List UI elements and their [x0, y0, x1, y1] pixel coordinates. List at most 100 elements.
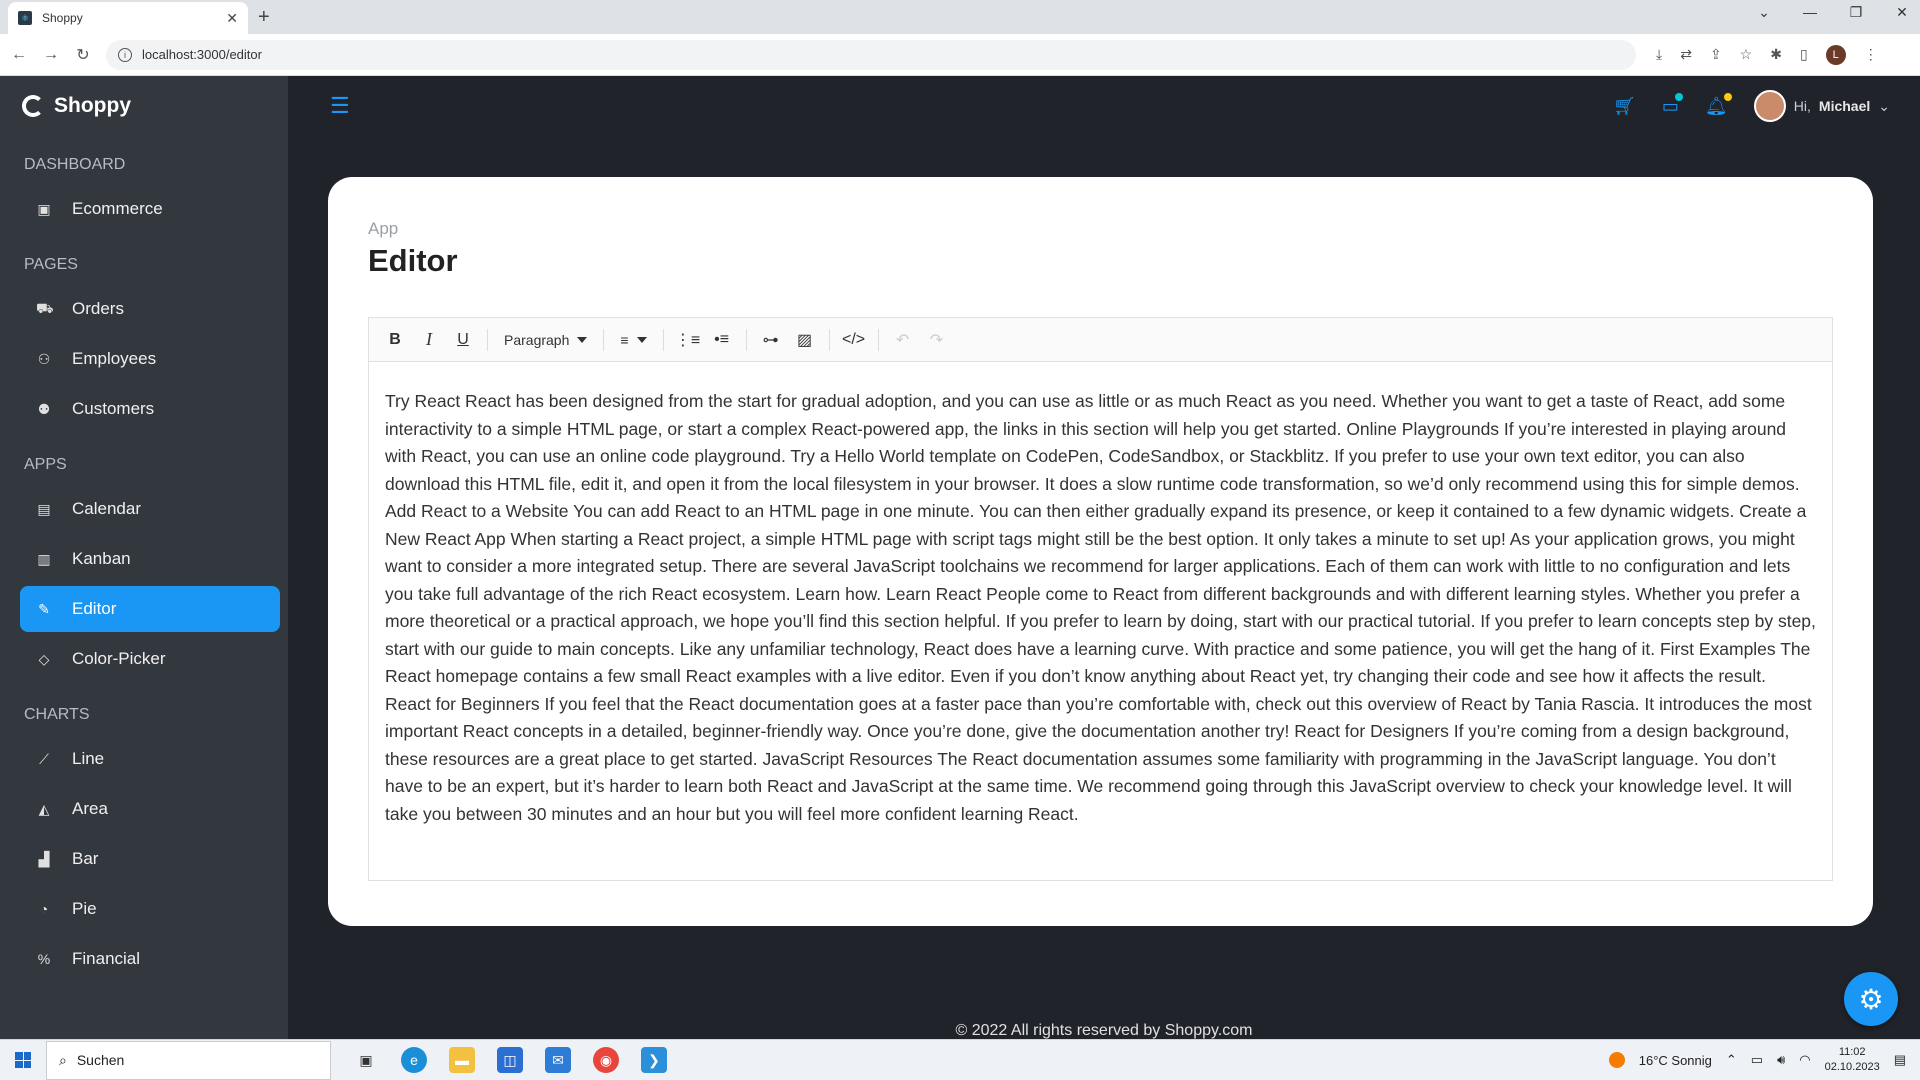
sidebar-item-color-picker[interactable]: ◇ Color-Picker: [20, 636, 280, 682]
edge-icon[interactable]: e: [401, 1047, 427, 1073]
side-panel-icon[interactable]: ▯: [1800, 46, 1808, 63]
notification-center-icon[interactable]: ▤: [1894, 1052, 1906, 1068]
sidebar-item-customers[interactable]: ⚉ Customers: [20, 386, 280, 432]
footer-text: © 2022 All rights reserved by Shoppy.com: [955, 1022, 1253, 1039]
new-tab-button[interactable]: +: [258, 6, 270, 29]
bag-icon: ▣: [37, 200, 51, 217]
alignment-dropdown[interactable]: ≡: [614, 332, 652, 348]
chevron-up-icon[interactable]: ⌃: [1726, 1052, 1737, 1068]
sidebar-item-label: Bar: [72, 849, 99, 868]
ordered-list-button[interactable]: ⋮≡: [674, 326, 702, 354]
address-bar-row: ← → ↻ i localhost:3000/editor ⤓ ⇄ ⇪ ☆ ✱ …: [0, 34, 1920, 76]
sidebar-item-label: Editor: [72, 599, 117, 618]
vscode-icon[interactable]: ❯: [641, 1047, 667, 1073]
sidebar-item-editor[interactable]: ✎ Editor: [20, 586, 280, 632]
volume-icon[interactable]: 🔊︎: [1777, 1052, 1785, 1068]
sidebar-item-area[interactable]: ◭ Area: [20, 786, 280, 832]
wifi-icon[interactable]: ◠: [1799, 1052, 1810, 1068]
clock[interactable]: 11:02 02.10.2023: [1825, 1045, 1880, 1075]
brand[interactable]: Shoppy: [0, 76, 288, 136]
tab-search-icon[interactable]: ⌄: [1756, 4, 1772, 21]
section-title-pages: PAGES: [24, 256, 78, 273]
profile-avatar[interactable]: L: [1825, 44, 1846, 65]
battery-icon[interactable]: ▭: [1751, 1052, 1763, 1068]
chat-icon[interactable]: ▭: [1662, 92, 1683, 117]
sidebar-item-employees[interactable]: ⚇ Employees: [20, 336, 280, 382]
format-dropdown-value: Paragraph: [504, 331, 570, 348]
area-chart-icon: ◭: [38, 800, 50, 817]
chat-notification-dot: [1674, 92, 1683, 101]
notification-bell-icon[interactable]: 🔔︎: [1705, 92, 1732, 117]
sidebar-item-label: Customers: [72, 399, 155, 418]
windows-taskbar: ⌕ Suchen ▣ e ▬ ◫ ✉ ◉ ❯ 16°C Sonnig ⌃ ▭ 🔊…: [0, 1039, 1920, 1080]
underline-button[interactable]: U: [449, 326, 477, 354]
extensions-icon[interactable]: ✱: [1770, 46, 1782, 63]
image-icon[interactable]: ▨: [791, 326, 819, 354]
line-chart-icon: ⟋: [39, 750, 49, 767]
user-profile-menu[interactable]: Hi, Michael ⌄: [1753, 90, 1890, 122]
editor-toolbar: B I U Paragraph ≡ ⋮≡ •≡ ⊶ ▨ </> ↶ ↷: [369, 318, 1832, 362]
chrome-icon[interactable]: ◉: [593, 1047, 619, 1073]
sidebar-item-label: Financial: [72, 949, 141, 968]
unordered-list-button[interactable]: •≡: [708, 326, 736, 354]
url-field[interactable]: i localhost:3000/editor: [106, 39, 1636, 70]
mail-icon[interactable]: ✉: [545, 1047, 571, 1073]
caret-down-icon: [636, 336, 647, 343]
windows-logo-icon: [15, 1052, 31, 1068]
menu-toggle-icon[interactable]: ☰: [330, 93, 350, 119]
sidebar-item-calendar[interactable]: ▤ Calendar: [20, 486, 280, 532]
sidebar-item-label: Area: [72, 799, 108, 818]
sidebar-item-label: Kanban: [72, 549, 131, 568]
section-title-charts: CHARTS: [24, 706, 90, 723]
site-info-icon[interactable]: i: [118, 47, 132, 62]
browser-tab[interactable]: ⚛ Shoppy ✕: [8, 2, 248, 34]
taskbar-apps: ▣ e ▬ ◫ ✉ ◉ ❯: [353, 1047, 667, 1073]
italic-button[interactable]: I: [415, 326, 443, 354]
editor-content[interactable]: Try React React has been designed from t…: [369, 362, 1832, 854]
sidebar-item-line[interactable]: ⟋ Line: [20, 736, 280, 782]
redo-icon[interactable]: ↷: [923, 326, 951, 354]
weather-text[interactable]: 16°C Sonnig: [1639, 1053, 1712, 1068]
sidebar-item-financial[interactable]: % Financial: [20, 936, 280, 982]
main-area: ☰ 🛒︎ ▭ 🔔︎ Hi, Michael ⌄ App Editor B I U…: [288, 76, 1920, 1039]
undo-icon[interactable]: ↶: [889, 326, 917, 354]
sidebar-item-pie[interactable]: ◔ Pie: [20, 886, 280, 932]
share-icon[interactable]: ⇪: [1710, 46, 1722, 63]
bookmark-star-icon[interactable]: ☆: [1740, 46, 1753, 63]
browser-menu-icon[interactable]: ⋮: [1864, 46, 1878, 63]
store-icon[interactable]: ◫: [497, 1047, 523, 1073]
link-icon[interactable]: ⊶: [757, 326, 785, 354]
url-text: localhost:3000/editor: [142, 47, 262, 62]
format-dropdown[interactable]: Paragraph: [498, 332, 593, 348]
file-explorer-icon[interactable]: ▬: [449, 1047, 475, 1073]
sidebar-item-ecommerce[interactable]: ▣ Ecommerce: [20, 186, 280, 232]
weather-icon: [1608, 1052, 1625, 1068]
bold-button[interactable]: B: [381, 326, 409, 354]
sidebar: Shoppy DASHBOARD ▣ Ecommerce PAGES ⛟ Ord…: [0, 76, 288, 1039]
settings-gear-icon[interactable]: ⚙: [1844, 972, 1898, 1026]
reload-button[interactable]: ↻: [70, 45, 96, 65]
close-window-button[interactable]: ✕: [1894, 4, 1910, 21]
sidebar-item-kanban[interactable]: ▥ Kanban: [20, 536, 280, 582]
window-controls: ⌄ — ❐ ✕: [1756, 4, 1910, 21]
forward-button[interactable]: →: [38, 46, 64, 64]
start-button[interactable]: [0, 1052, 46, 1068]
task-view-icon[interactable]: ▣: [353, 1047, 379, 1073]
sidebar-item-label: Orders: [72, 299, 124, 318]
search-placeholder: Suchen: [76, 1052, 125, 1068]
code-view-icon[interactable]: </>: [840, 326, 868, 354]
sidebar-item-bar[interactable]: ▟ Bar: [20, 836, 280, 882]
restore-button[interactable]: ❐: [1848, 4, 1864, 21]
toolbar-divider: [603, 328, 605, 351]
pie-chart-icon: ◔: [39, 901, 49, 917]
cart-icon: ⛟: [36, 299, 54, 316]
close-tab-icon[interactable]: ✕: [226, 10, 238, 27]
install-icon[interactable]: ⤓: [1656, 46, 1662, 63]
sidebar-item-orders[interactable]: ⛟ Orders: [20, 286, 280, 332]
minimize-button[interactable]: —: [1802, 4, 1818, 21]
sidebar-item-label: Pie: [72, 899, 97, 918]
cart-button-icon[interactable]: 🛒︎: [1613, 96, 1636, 117]
translate-icon[interactable]: ⇄: [1680, 46, 1692, 63]
taskbar-search[interactable]: ⌕ Suchen: [46, 1040, 331, 1080]
back-button[interactable]: ←: [6, 46, 32, 64]
